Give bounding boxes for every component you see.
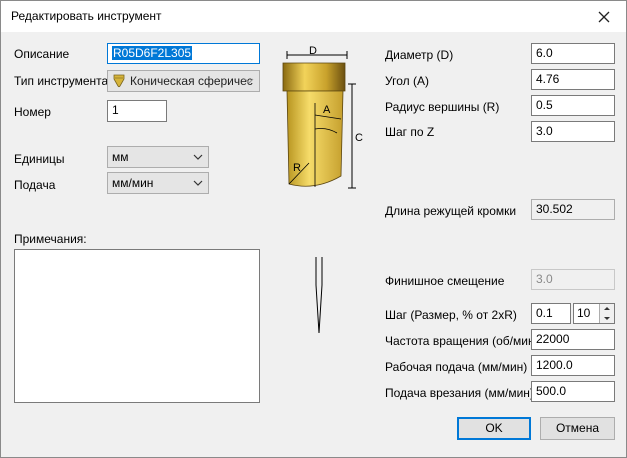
diameter-input[interactable]: 6.0 [531,43,615,64]
title-bar: Редактировать инструмент [1,1,626,32]
angle-label: Угол (A) [385,74,429,88]
step-z-input[interactable]: 3.0 [531,121,615,142]
tip-radius-label: Радиус вершины (R) [385,100,500,114]
stepover-diagram [315,257,323,334]
stepover-percent-value: 10 [577,306,591,320]
cutting-length-field: 30.502 [531,199,615,220]
description-value: R05D6F2L305 [112,46,193,60]
tapered-ball-tool-icon [113,74,125,88]
dialog-title: Редактировать инструмент [11,9,162,23]
description-input[interactable]: R05D6F2L305 [107,43,260,64]
tool-diagram: D A R C [282,45,363,189]
number-label: Номер [14,105,51,119]
spindle-speed-label: Частота вращения (об/мин) [385,334,539,348]
stepover-label: Шаг (Размер, % от 2xR) [385,308,517,322]
diameter-label: Диаметр (D) [385,48,454,62]
plunge-feed-label: Подача врезания (мм/мин) [385,386,534,400]
feed-units-label: Подача [14,178,56,192]
feed-units-select[interactable]: мм/мин [107,172,209,194]
edit-tool-dialog: Редактировать инструмент Описание R05D6F… [0,0,627,458]
stepover-input[interactable]: 0.1 [531,303,571,324]
diagram-r-label: R [293,162,301,174]
step-z-label: Шаг по Z [385,125,435,139]
units-value: мм [112,150,129,164]
plunge-feed-input[interactable]: 500.0 [531,381,615,402]
tool-type-label: Тип инструмента [14,74,109,88]
diagram-d-label: D [309,45,317,57]
close-button[interactable] [586,3,622,30]
work-feed-input[interactable]: 1200.0 [531,355,615,376]
chevron-down-icon [193,154,203,160]
finish-offset-input: 3.0 [531,269,615,290]
spin-down-icon[interactable] [600,314,614,323]
work-feed-label: Рабочая подача (мм/мин) [385,360,528,374]
notes-textarea[interactable] [14,249,260,403]
notes-label: Примечания: [14,232,87,246]
angle-input[interactable]: 4.76 [531,69,615,90]
cutting-length-label: Длина режущей кромки [385,204,517,218]
cancel-button[interactable]: Отмена [540,417,615,440]
spinner-buttons[interactable] [599,304,614,323]
feed-units-value: мм/мин [112,176,154,190]
finish-offset-label: Финишное смещение [385,274,505,288]
spindle-speed-input[interactable]: 22000 [531,329,615,350]
chevron-down-icon [193,180,203,186]
tool-type-select[interactable]: Коническая сферичес [107,70,260,92]
tool-type-value: Коническая сферичес [130,74,253,88]
spin-up-icon[interactable] [600,304,614,313]
diagram-a-label: A [323,104,331,116]
units-label: Единицы [14,152,65,166]
stepover-percent-spinner[interactable]: 10 [573,303,615,324]
close-icon [598,11,610,23]
number-input[interactable]: 1 [107,100,167,122]
units-select[interactable]: мм [107,146,209,168]
tip-radius-input[interactable]: 0.5 [531,95,615,116]
chevron-down-icon [244,78,254,84]
diagram-c-label: C [355,132,363,144]
description-label: Описание [14,47,70,61]
ok-button[interactable]: OK [457,417,531,440]
